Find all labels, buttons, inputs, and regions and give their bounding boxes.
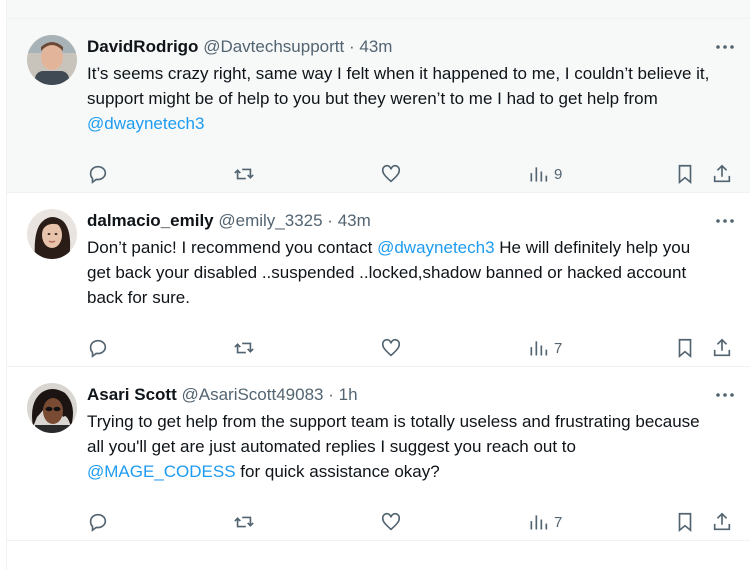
tweet-header: DavidRodrigo @Davtechsupportt · 43m (87, 35, 727, 59)
reply-icon (87, 337, 109, 359)
author-name[interactable]: DavidRodrigo (87, 37, 198, 56)
tweet-header: dalmacio_emily @emily_3325 · 43m (87, 209, 727, 233)
separator-dot: · (327, 211, 333, 230)
like-button[interactable] (380, 335, 402, 361)
bookmark-button[interactable] (674, 335, 696, 361)
repost-button[interactable] (233, 161, 255, 187)
timestamp[interactable]: 1h (339, 385, 358, 404)
tweet-text: Trying to get help from the support team… (87, 409, 717, 484)
bookmark-icon (674, 163, 696, 185)
tweet-text: It’s seems crazy right, same way I felt … (87, 61, 717, 136)
tweet-text-part: Trying to get help from the support team… (87, 412, 700, 456)
more-horizontal-icon[interactable] (713, 35, 737, 59)
tweet-actions: 9 (7, 161, 750, 187)
previous-tweet-edge (7, 0, 750, 19)
share-button[interactable] (711, 161, 733, 187)
more-horizontal-icon[interactable] (713, 383, 737, 407)
views-button[interactable]: 7 (528, 509, 562, 535)
share-icon (711, 337, 733, 359)
like-icon (380, 163, 402, 185)
separator-dot: · (348, 37, 355, 56)
reply-icon (87, 511, 109, 533)
views-icon (528, 512, 548, 532)
tweet-text-part: It’s seems crazy right, same way I felt … (87, 64, 710, 108)
like-icon (380, 511, 402, 533)
views-icon (528, 164, 548, 184)
share-button[interactable] (711, 335, 733, 361)
timestamp[interactable]: 43m (359, 37, 392, 56)
reply-icon (87, 163, 109, 185)
reply-tweet[interactable]: DavidRodrigo @Davtechsupportt · 43m It’s… (7, 19, 750, 193)
bookmark-button[interactable] (674, 509, 696, 535)
mention-link[interactable]: @dwaynetech3 (377, 238, 494, 257)
reply-tweet[interactable]: Asari Scott @AsariScott49083 · 1h Trying… (7, 367, 750, 541)
reply-button[interactable] (87, 509, 109, 535)
bookmark-icon (674, 511, 696, 533)
reply-button[interactable] (87, 335, 109, 361)
like-icon (380, 337, 402, 359)
repost-icon (233, 511, 255, 533)
next-tweet-edge (7, 541, 750, 570)
share-icon (711, 511, 733, 533)
tweet-actions: 7 (7, 509, 750, 535)
author-name[interactable]: dalmacio_emily (87, 211, 214, 230)
bookmark-icon (674, 337, 696, 359)
share-icon (711, 163, 733, 185)
views-button[interactable]: 9 (528, 161, 562, 187)
repost-button[interactable] (233, 509, 255, 535)
repost-icon (233, 163, 255, 185)
views-count: 7 (554, 513, 563, 531)
repost-icon (233, 337, 255, 359)
separator-dot: · (328, 385, 334, 404)
reply-button[interactable] (87, 161, 109, 187)
author-handle[interactable]: @AsariScott49083 (181, 385, 323, 404)
author-handle[interactable]: @Davtechsupportt (203, 37, 344, 56)
avatar[interactable] (27, 35, 77, 85)
avatar[interactable] (27, 383, 77, 433)
bookmark-button[interactable] (674, 161, 696, 187)
author-handle[interactable]: @emily_3325 (218, 211, 322, 230)
reply-tweet[interactable]: dalmacio_emily @emily_3325 · 43m Don’t p… (7, 193, 750, 367)
timestamp[interactable]: 43m (338, 211, 371, 230)
tweet-actions: 7 (7, 335, 750, 361)
like-button[interactable] (380, 161, 402, 187)
replies-feed: DavidRodrigo @Davtechsupportt · 43m It’s… (6, 0, 750, 570)
views-count: 9 (554, 165, 563, 183)
views-button[interactable]: 7 (528, 335, 562, 361)
tweet-text-part: for quick assistance okay? (235, 462, 440, 481)
repost-button[interactable] (233, 335, 255, 361)
views-count: 7 (554, 339, 563, 357)
tweet-text: Don’t panic! I recommend you contact @dw… (87, 235, 717, 310)
more-horizontal-icon[interactable] (713, 209, 737, 233)
mention-link[interactable]: @MAGE_CODESS (87, 462, 236, 481)
like-button[interactable] (380, 509, 402, 535)
views-icon (528, 338, 548, 358)
avatar[interactable] (27, 209, 77, 259)
tweet-header: Asari Scott @AsariScott49083 · 1h (87, 383, 727, 407)
mention-link[interactable]: @dwaynetech3 (87, 114, 204, 133)
share-button[interactable] (711, 509, 733, 535)
tweet-text-part: Don’t panic! I recommend you contact (87, 238, 378, 257)
author-name[interactable]: Asari Scott (87, 385, 177, 404)
